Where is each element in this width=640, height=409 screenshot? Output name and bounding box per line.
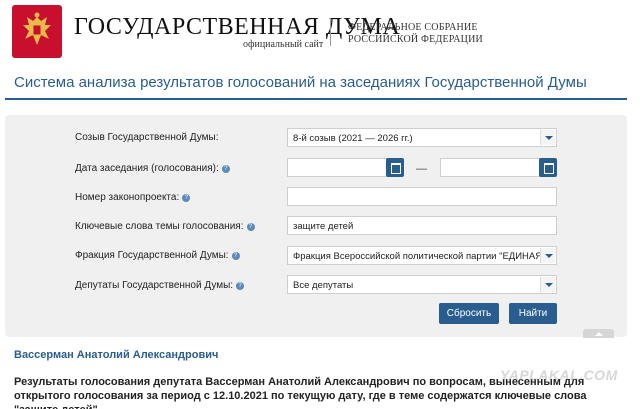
calendar-icon[interactable] [386,158,404,177]
header-divider [330,18,331,46]
federal-assembly-line2: РОССИЙСКОЙ ФЕДЕРАЦИИ [348,34,483,45]
reset-button[interactable]: Сбросить [439,303,499,324]
help-icon[interactable]: ? [182,194,191,202]
page-title: Система анализа результатов голосований … [14,74,587,91]
help-icon[interactable]: ? [221,165,230,173]
deputies-label: Депутаты Государственной Думы:? [75,280,245,291]
title-divider [5,98,627,100]
site-subtitle: официальный сайт [243,39,324,50]
watermark: YAPLAKAL.COM [500,367,618,383]
federal-assembly-line1: ФЕДЕРАЛЬНОЕ СОБРАНИЕ [348,22,478,33]
site-header: ГОСУДАРСТВЕННАЯ ДУМА официальный сайт ФЕ… [0,0,640,62]
chevron-down-icon[interactable] [540,248,555,263]
faction-value: Фракция Всероссийской политической парти… [293,251,543,262]
state-emblem-icon[interactable] [12,5,62,58]
calendar-icon[interactable] [539,158,557,177]
faction-select[interactable]: Фракция Всероссийской политической парти… [287,246,557,265]
date-to-input[interactable] [440,158,540,177]
convocation-label: Созыв Государственной Думы: [75,132,219,143]
deputy-name: Вассерман Анатолий Александрович [14,349,219,361]
keywords-label: Ключевые слова темы голосования:? [75,221,255,232]
help-icon[interactable]: ? [231,252,240,260]
convocation-select[interactable]: 8-й созыв (2021 — 2026 гг.) [287,128,557,147]
help-icon[interactable]: ? [236,282,245,290]
keywords-input[interactable]: защите детей [287,216,557,235]
chevron-down-icon[interactable] [540,277,555,292]
date-from-input[interactable] [287,158,387,177]
collapse-form-icon[interactable] [583,329,614,338]
convocation-value: 8-й созыв (2021 — 2026 гг.) [293,133,413,144]
keywords-value: защите детей [293,221,354,232]
deputies-select[interactable]: Все депутаты [287,275,557,294]
help-icon[interactable]: ? [246,223,255,231]
bill-number-label: Номер законопроекта:? [75,192,191,203]
date-label: Дата заседания (голосования):? [75,163,230,174]
deputies-value: Все депутаты [293,280,354,291]
date-range-separator: — [416,163,427,175]
chevron-down-icon[interactable] [540,130,555,145]
find-button[interactable]: Найти [509,303,557,324]
faction-label: Фракция Государственной Думы:? [75,250,240,261]
bill-number-input[interactable] [287,187,557,206]
